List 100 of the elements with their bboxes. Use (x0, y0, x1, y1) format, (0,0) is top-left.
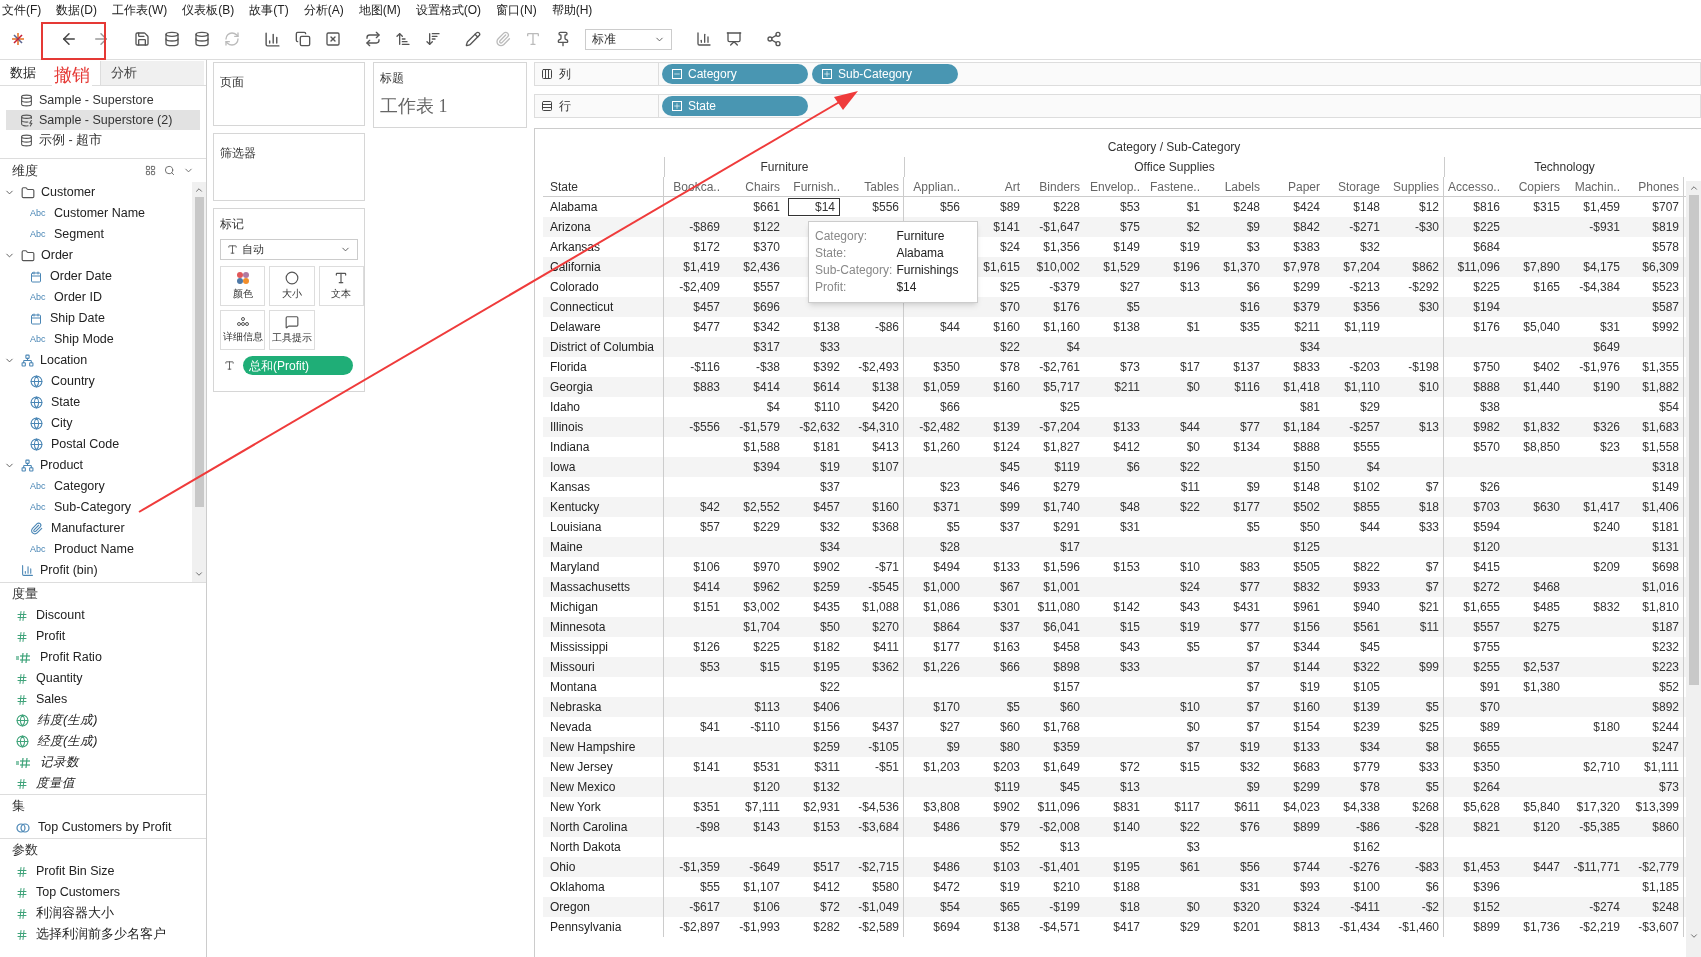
folder-item[interactable]: Order (41, 246, 73, 265)
column-header[interactable]: Binders (1024, 176, 1084, 197)
field-item[interactable]: Country (51, 372, 95, 391)
column-header[interactable]: Furnish.. (784, 176, 844, 197)
field-item[interactable]: Top Customers (36, 883, 121, 902)
menu-item[interactable]: 工作表(W) (112, 0, 168, 19)
field-item[interactable]: Sales (36, 690, 68, 709)
field-item[interactable]: Sub-Category (54, 498, 132, 517)
column-header[interactable]: Art (964, 176, 1024, 197)
menu-item[interactable]: 分析(A) (303, 0, 344, 19)
mark-type-dropdown[interactable]: 自动 (220, 239, 358, 260)
menu-item[interactable]: 数据(D) (56, 0, 97, 19)
table-cell-text: $457 (693, 299, 721, 316)
field-item[interactable]: 纬度(生成) (37, 711, 98, 730)
folder-item[interactable]: Location (40, 351, 88, 370)
scrollbar[interactable] (1686, 181, 1701, 957)
table-cell-text: $1,768 (1043, 719, 1081, 736)
menu-item[interactable]: 故事(T) (249, 0, 289, 19)
field-item[interactable]: Ship Date (50, 309, 105, 328)
column-header[interactable]: Fastene.. (1144, 176, 1204, 197)
sort-descending-icon[interactable] (425, 31, 441, 47)
mark-property-button[interactable]: 工具提示 (269, 310, 315, 350)
share-icon[interactable] (766, 31, 782, 47)
presentation-icon[interactable] (726, 31, 742, 47)
mark-property-button[interactable]: 颜色 (220, 266, 266, 306)
field-item[interactable]: Segment (54, 225, 105, 244)
field-item[interactable]: Product Name (54, 540, 134, 559)
field-item[interactable]: 经度(生成) (37, 732, 98, 751)
table-cell-text: $225 (1473, 219, 1501, 236)
pin-icon[interactable] (555, 31, 571, 47)
search-icon[interactable] (164, 165, 175, 176)
collapse-icon[interactable] (672, 69, 682, 79)
save-icon[interactable] (134, 31, 150, 47)
field-item[interactable]: 选择利润前多少名客户 (36, 925, 166, 944)
field-item[interactable]: Manufacturer (51, 519, 125, 538)
clear-sheet-icon[interactable] (325, 31, 341, 47)
scroll-down-icon[interactable] (194, 569, 204, 579)
menu-item[interactable]: 设置格式(O) (415, 0, 481, 19)
column-header[interactable]: Accesso.. (1444, 176, 1504, 197)
folder-item[interactable]: Product (40, 456, 84, 475)
field-item[interactable]: 利润容器大小 (36, 904, 114, 923)
field-item[interactable]: Postal Code (51, 435, 120, 454)
group-paperclip-icon[interactable] (495, 31, 511, 47)
redo-forward-arrow-icon[interactable] (92, 30, 110, 48)
swap-icon[interactable] (365, 31, 381, 47)
field-item[interactable]: Profit (bin) (40, 561, 98, 580)
field-item[interactable]: 度量值 (36, 774, 75, 793)
expand-chevron-icon[interactable] (4, 250, 15, 261)
mark-property-button[interactable]: 文本 (318, 266, 364, 306)
field-item[interactable]: Top Customers by Profit (38, 818, 172, 837)
folder-item[interactable]: Customer (41, 183, 96, 202)
field-item[interactable]: Customer Name (54, 204, 145, 223)
menu-item[interactable]: 地图(M) (358, 0, 401, 19)
field-item[interactable]: City (51, 414, 73, 433)
scrollbar[interactable] (192, 182, 206, 582)
selected-table-cell[interactable]: $14 (788, 198, 840, 216)
menu-item[interactable]: 帮助(H) (551, 0, 593, 19)
field-item[interactable]: Profit Ratio (40, 648, 102, 667)
sort-ascending-icon[interactable] (395, 31, 411, 47)
expand-icon[interactable] (672, 101, 682, 111)
column-header[interactable]: Copiers (1504, 176, 1564, 197)
column-header[interactable]: Supplies (1384, 176, 1444, 197)
data-source-item[interactable]: Sample - Superstore (6, 90, 200, 110)
field-item[interactable]: Ship Mode (54, 330, 114, 349)
field-item[interactable]: Order Date (50, 267, 112, 286)
column-header[interactable]: Envelop.. (1084, 176, 1144, 197)
column-header[interactable]: Labels (1204, 176, 1264, 197)
grid-icon[interactable] (145, 165, 156, 176)
table-cell-text: $142 (1113, 599, 1141, 616)
row-header[interactable]: Pennsylvania (543, 917, 664, 937)
expand-icon[interactable] (822, 69, 832, 79)
highlight-pen-icon[interactable] (465, 31, 481, 47)
scroll-up-icon[interactable] (1688, 183, 1699, 193)
field-item[interactable]: State (51, 393, 81, 412)
scroll-up-icon[interactable] (194, 185, 204, 195)
column-header[interactable]: Machin.. (1564, 176, 1624, 197)
duplicate-icon[interactable] (295, 31, 311, 47)
field-item[interactable]: Quantity (36, 669, 83, 688)
field-item[interactable]: Discount (36, 606, 85, 625)
menu-item[interactable]: 仪表板(B) (182, 0, 235, 19)
field-item[interactable]: Category (54, 477, 105, 496)
column-header[interactable]: Paper (1264, 176, 1324, 197)
column-header[interactable]: Applian.. (904, 176, 964, 197)
field-item[interactable]: 记录数 (40, 753, 79, 772)
panel-tab[interactable]: 分析 (100, 61, 204, 85)
scroll-down-icon[interactable] (1688, 931, 1699, 941)
column-header[interactable]: Tables (844, 176, 904, 197)
menu-item[interactable]: 窗口(N) (496, 0, 537, 19)
data-source-item[interactable]: Sample - Superstore (2) (6, 110, 200, 130)
field-item[interactable]: Order ID (54, 288, 102, 307)
column-header[interactable]: Chairs (724, 176, 784, 197)
mark-property-button[interactable]: 详细信息 (220, 310, 266, 350)
fit-dropdown[interactable]: 标准 (585, 28, 672, 50)
column-header[interactable]: Phones (1624, 176, 1684, 197)
menu-item[interactable]: 文件(F) (2, 0, 42, 19)
data-source-item[interactable]: 示例 - 超市 (6, 130, 200, 150)
column-header[interactable]: Storage (1324, 176, 1384, 197)
mark-property-button[interactable]: 大小 (269, 266, 315, 306)
field-item[interactable]: Profit Bin Size (36, 862, 115, 881)
field-item[interactable]: Profit (36, 627, 66, 646)
